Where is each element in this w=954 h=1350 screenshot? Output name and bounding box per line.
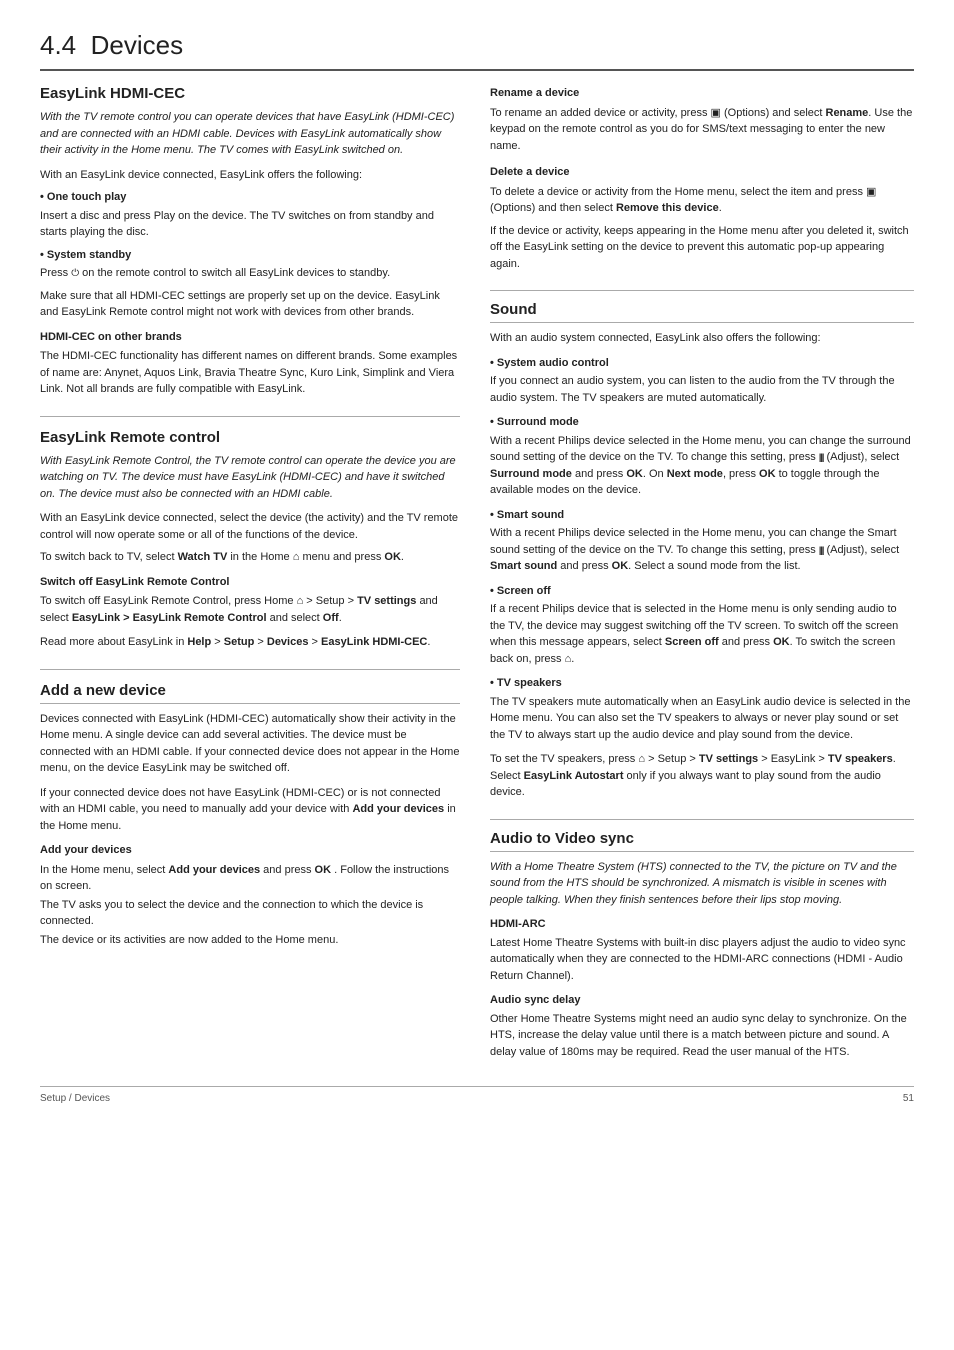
adjust-icon-2: ||| bbox=[819, 545, 824, 555]
smart-sound-title: • Smart sound bbox=[490, 507, 914, 524]
add-device-para1: Devices connected with EasyLink (HDMI-CE… bbox=[40, 711, 460, 777]
rename-device-section: Rename a device To rename an added devic… bbox=[490, 85, 914, 154]
title-text: Devices bbox=[91, 30, 183, 60]
system-audio-title: • System audio control bbox=[490, 355, 914, 372]
add-your-devices-line3: The device or its activities are now add… bbox=[40, 932, 460, 949]
home-icon-2: ⌂ bbox=[297, 595, 304, 607]
easylink-hdmi-section: EasyLink HDMI-CEC With the TV remote con… bbox=[40, 85, 460, 417]
hdmi-arc-text: Latest Home Theatre Systems with built-i… bbox=[490, 935, 914, 985]
easylink-hdmi-title: EasyLink HDMI-CEC bbox=[40, 85, 460, 102]
delete-device-section: Delete a device To delete a device or ac… bbox=[490, 164, 914, 291]
screen-off-text: If a recent Philips device that is selec… bbox=[490, 601, 914, 667]
page-container: 4.4 Devices EasyLink HDMI-CEC With the T… bbox=[40, 30, 914, 1104]
sound-section: Sound With an audio system connected, Ea… bbox=[490, 301, 914, 820]
add-your-devices-text1: In the Home menu, select Add your device… bbox=[40, 862, 460, 895]
delete-device-para2: If the device or activity, keeps appeari… bbox=[490, 223, 914, 273]
delete-device-title: Delete a device bbox=[490, 164, 914, 181]
footer-left: Setup / Devices bbox=[40, 1093, 110, 1104]
adjust-icon-1: ||| bbox=[819, 452, 824, 462]
easylink-hdmi-para1: With an EasyLink device connected, EasyL… bbox=[40, 167, 460, 184]
add-your-devices-line2: The TV asks you to select the device and… bbox=[40, 897, 460, 930]
avs-title: Audio to Video sync bbox=[490, 830, 914, 852]
add-device-para2: If your connected device does not have E… bbox=[40, 785, 460, 835]
easylink-hdmi-intro: With the TV remote control you can opera… bbox=[40, 109, 460, 159]
easylink-remote-para2: To switch back to TV, select Watch TV in… bbox=[40, 549, 460, 566]
two-column-layout: EasyLink HDMI-CEC With the TV remote con… bbox=[40, 85, 914, 1066]
easylink-para2: Make sure that all HDMI-CEC settings are… bbox=[40, 288, 460, 321]
sound-title: Sound bbox=[490, 301, 914, 323]
switch-off-easylink-title: Switch off EasyLink Remote Control bbox=[40, 574, 460, 591]
easylink-remote-title: EasyLink Remote control bbox=[40, 429, 460, 446]
audio-sync-delay-text: Other Home Theatre Systems might need an… bbox=[490, 1011, 914, 1061]
tv-speakers-title: • TV speakers bbox=[490, 675, 914, 692]
easylink-help-link: Read more about EasyLink in Help > Setup… bbox=[40, 634, 460, 651]
switch-off-easylink-text: To switch off EasyLink Remote Control, p… bbox=[40, 593, 460, 626]
avs-intro: With a Home Theatre System (HTS) connect… bbox=[490, 859, 914, 909]
left-column: EasyLink HDMI-CEC With the TV remote con… bbox=[40, 85, 460, 1066]
smart-sound-text: With a recent Philips device selected in… bbox=[490, 525, 914, 575]
footer-right: 51 bbox=[903, 1093, 914, 1104]
surround-mode-title: • Surround mode bbox=[490, 414, 914, 431]
add-device-title: Add a new device bbox=[40, 682, 460, 704]
screen-off-title: • Screen off bbox=[490, 583, 914, 600]
hdmi-cec-brands-title: HDMI-CEC on other brands bbox=[40, 329, 460, 346]
options-icon-1: ▣ bbox=[711, 107, 721, 119]
one-touch-title: • One touch play bbox=[40, 189, 460, 206]
easylink-remote-para1: With an EasyLink device connected, selec… bbox=[40, 510, 460, 543]
easylink-remote-intro: With EasyLink Remote Control, the TV rem… bbox=[40, 453, 460, 503]
hdmi-arc-title: HDMI-ARC bbox=[490, 916, 914, 933]
sound-intro: With an audio system connected, EasyLink… bbox=[490, 330, 914, 347]
tv-speakers-para: To set the TV speakers, press ⌂ > Setup … bbox=[490, 751, 914, 801]
one-touch-text: Insert a disc and press Play on the devi… bbox=[40, 208, 460, 241]
system-standby-title: • System standby bbox=[40, 247, 460, 264]
tv-speakers-text: The TV speakers mute automatically when … bbox=[490, 694, 914, 744]
add-your-devices-title: Add your devices bbox=[40, 842, 460, 859]
surround-mode-text: With a recent Philips device selected in… bbox=[490, 433, 914, 499]
avs-section: Audio to Video sync With a Home Theatre … bbox=[490, 830, 914, 1061]
main-title-block: 4.4 Devices bbox=[40, 30, 914, 71]
right-column: Rename a device To rename an added devic… bbox=[490, 85, 914, 1066]
home-icon-3: ⌂ bbox=[638, 753, 645, 765]
options-icon-2: ▣ bbox=[866, 186, 876, 198]
system-standby-text: Press ⏻ on the remote control to switch … bbox=[40, 265, 460, 282]
hdmi-cec-brands-text: The HDMI-CEC functionality has different… bbox=[40, 348, 460, 398]
audio-sync-delay-title: Audio sync delay bbox=[490, 992, 914, 1009]
delete-device-text1: To delete a device or activity from the … bbox=[490, 184, 914, 217]
easylink-remote-section: EasyLink Remote control With EasyLink Re… bbox=[40, 429, 460, 670]
power-icon: ⏻ bbox=[71, 268, 79, 279]
system-audio-text: If you connect an audio system, you can … bbox=[490, 373, 914, 406]
title-number: 4.4 bbox=[40, 30, 76, 60]
home-icon-inline: ⌂ bbox=[293, 551, 300, 563]
rename-device-text: To rename an added device or activity, p… bbox=[490, 105, 914, 155]
page-footer: Setup / Devices 51 bbox=[40, 1086, 914, 1104]
rename-device-title: Rename a device bbox=[490, 85, 914, 102]
add-device-section: Add a new device Devices connected with … bbox=[40, 682, 460, 949]
